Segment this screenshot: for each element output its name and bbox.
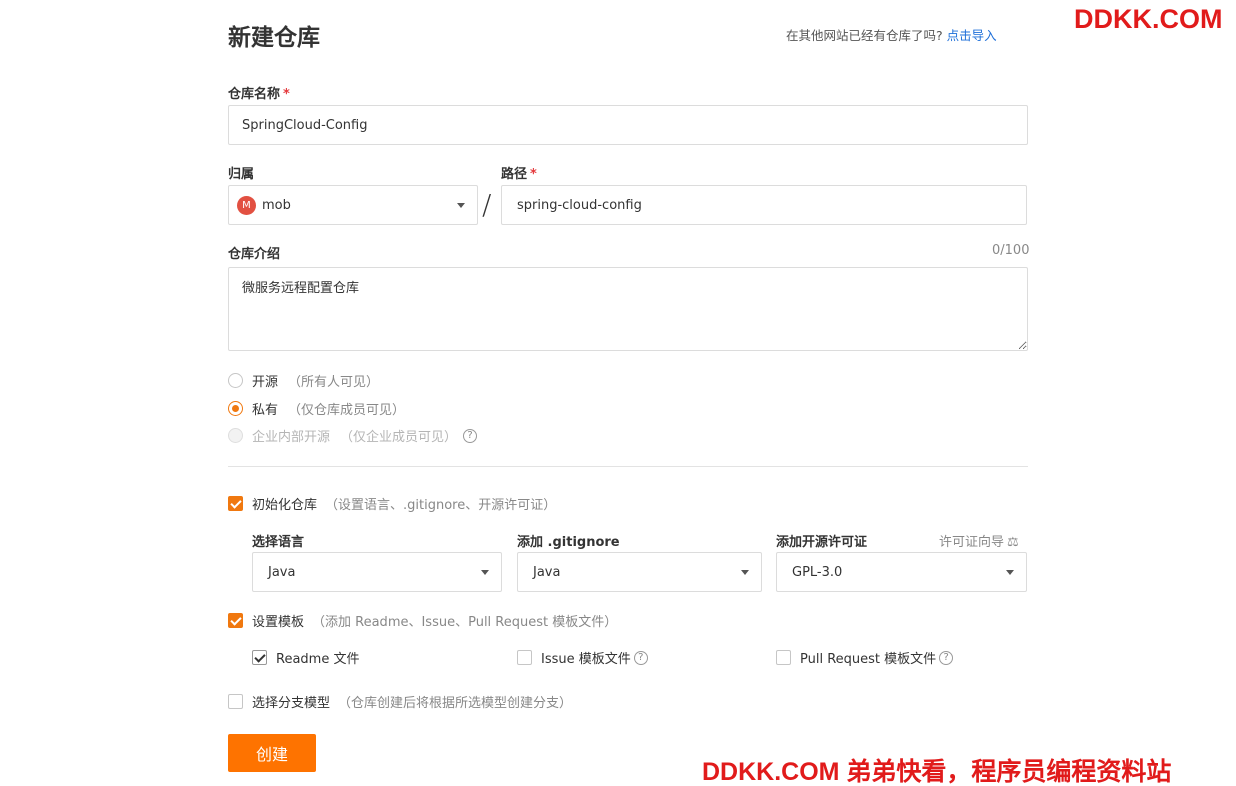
visibility-option-enterprise: 企业内部开源 （仅企业成员可见） ? xyxy=(228,426,478,445)
path-separator: / xyxy=(482,188,492,221)
branch-model-hint: （仓库创建后将根据所选模型创建分支） xyxy=(338,696,573,711)
template-option-issue[interactable]: Issue 模板文件 ? xyxy=(517,648,648,667)
language-select[interactable]: Java xyxy=(252,552,502,592)
chevron-down-icon xyxy=(457,203,465,208)
template-checkbox[interactable] xyxy=(228,613,243,628)
template-hint: （添加 Readme、Issue、Pull Request 模板文件） xyxy=(312,615,618,630)
description-label: 仓库介绍 xyxy=(228,247,281,262)
help-icon[interactable]: ? xyxy=(939,650,954,665)
visibility-hint: （仅仓库成员可见） xyxy=(288,403,406,418)
help-icon[interactable]: ? xyxy=(633,650,648,665)
description-textarea[interactable]: 微服务远程配置仓库 xyxy=(228,267,1028,351)
template-option-pull-request[interactable]: Pull Request 模板文件 ? xyxy=(776,648,954,667)
page-title: 新建仓库 xyxy=(228,25,320,51)
repo-name-value: SpringCloud-Config xyxy=(242,117,368,133)
template-option-label: Issue 模板文件 xyxy=(541,652,631,667)
chevron-down-icon xyxy=(481,570,489,575)
license-label: 添加开源许可证 xyxy=(776,535,868,550)
visibility-option-public[interactable]: 开源 （所有人可见） xyxy=(228,371,379,390)
license-select[interactable]: GPL-3.0 xyxy=(776,552,1027,592)
init-repo-label: 初始化仓库 xyxy=(252,498,318,513)
create-button[interactable]: 创建 xyxy=(228,734,316,772)
issue-checkbox[interactable] xyxy=(517,650,532,665)
pull-request-checkbox[interactable] xyxy=(776,650,791,665)
visibility-hint: （仅企业成员可见） xyxy=(340,430,458,445)
help-icon[interactable]: ? xyxy=(463,428,478,443)
license-value: GPL-3.0 xyxy=(792,564,843,580)
path-input[interactable]: spring-cloud-config xyxy=(501,185,1027,225)
watermark-top: DDKK.COM xyxy=(1074,4,1223,34)
avatar: M xyxy=(237,195,256,215)
readme-checkbox[interactable] xyxy=(252,650,267,665)
owner-label: 归属 xyxy=(228,167,255,182)
repo-name-label: 仓库名称 * xyxy=(228,87,290,102)
path-label: 路径 * xyxy=(501,167,537,182)
description-counter: 0/100 xyxy=(992,243,1030,258)
template-option-readme[interactable]: Readme 文件 xyxy=(252,648,359,667)
required-mark: * xyxy=(283,87,290,102)
watermark-bottom: DDKK.COM 弟弟快看，程序员编程资料站 xyxy=(702,758,1172,786)
gitignore-value: Java xyxy=(533,564,561,580)
init-repo-checkbox[interactable] xyxy=(228,496,243,511)
import-hint: 在其他网站已经有仓库了吗? 点击导入 xyxy=(786,25,997,44)
init-repo-checkbox-row[interactable]: 初始化仓库 （设置语言、.gitignore、开源许可证） xyxy=(228,494,556,513)
visibility-label: 企业内部开源 xyxy=(252,430,331,445)
chevron-down-icon xyxy=(1006,570,1014,575)
chevron-down-icon xyxy=(741,570,749,575)
radio-button-checked[interactable] xyxy=(228,401,243,416)
branch-model-label: 选择分支模型 xyxy=(252,696,331,711)
visibility-hint: （所有人可见） xyxy=(288,375,380,390)
gitignore-label: 添加 .gitignore xyxy=(517,535,620,550)
radio-button[interactable] xyxy=(228,373,243,388)
visibility-option-private[interactable]: 私有 （仅仓库成员可见） xyxy=(228,399,405,418)
language-value: Java xyxy=(268,564,296,580)
init-repo-hint: （设置语言、.gitignore、开源许可证） xyxy=(325,498,557,513)
section-divider xyxy=(228,466,1028,467)
template-label: 设置模板 xyxy=(252,615,305,630)
import-hint-text: 在其他网站已经有仓库了吗? xyxy=(786,28,943,43)
owner-value: mob xyxy=(262,197,291,213)
import-link[interactable]: 点击导入 xyxy=(947,28,997,43)
visibility-label: 开源 xyxy=(252,375,279,390)
template-checkbox-row[interactable]: 设置模板 （添加 Readme、Issue、Pull Request 模板文件） xyxy=(228,611,617,630)
license-guide-link[interactable]: 许可证向导 ⚖ xyxy=(939,531,1019,550)
gitignore-select[interactable]: Java xyxy=(517,552,762,592)
path-value: spring-cloud-config xyxy=(517,197,642,213)
template-option-label: Pull Request 模板文件 xyxy=(800,652,937,667)
visibility-label: 私有 xyxy=(252,403,279,418)
radio-button-disabled xyxy=(228,428,243,443)
template-option-label: Readme 文件 xyxy=(276,652,360,667)
language-label: 选择语言 xyxy=(252,535,305,550)
scale-icon: ⚖ xyxy=(1007,535,1019,550)
required-mark: * xyxy=(530,167,537,182)
repo-name-input[interactable]: SpringCloud-Config xyxy=(228,105,1028,145)
owner-select[interactable]: M mob xyxy=(228,185,478,225)
branch-model-checkbox[interactable] xyxy=(228,694,243,709)
branch-model-checkbox-row[interactable]: 选择分支模型 （仓库创建后将根据所选模型创建分支） xyxy=(228,692,572,711)
